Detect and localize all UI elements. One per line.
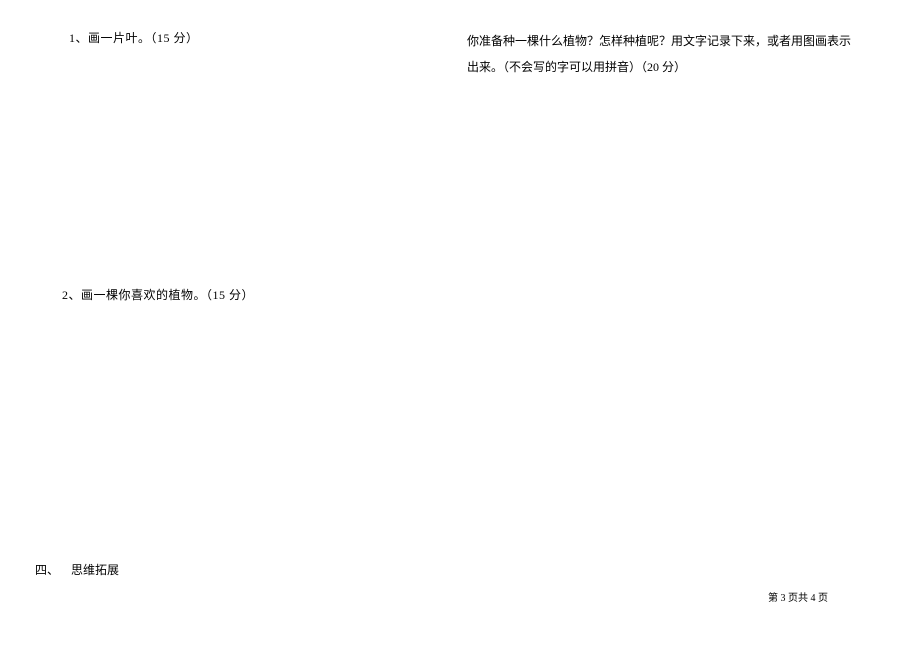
page-footer: 第 3 页共 4 页 <box>768 589 828 604</box>
right-column-question-text: 你准备种一棵什么植物？怎样种植呢？用文字记录下来，或者用图画表示出来。（不会写的… <box>467 34 851 74</box>
section-4-number: 四、 <box>35 563 59 577</box>
question-1-text: 1、画一片叶。（15 分） <box>69 31 199 45</box>
right-column-question: 你准备种一棵什么植物？怎样种植呢？用文字记录下来，或者用图画表示出来。（不会写的… <box>467 28 862 81</box>
page-number-info: 第 3 页共 4 页 <box>768 593 828 604</box>
question-2-text: 2、画一棵你喜欢的植物。（15 分） <box>62 288 254 302</box>
worksheet-page: 1、画一片叶。（15 分） 2、画一棵你喜欢的植物。（15 分） 四、 思维拓展… <box>0 0 920 650</box>
section-4-title: 思维拓展 <box>71 563 119 577</box>
section-4-heading: 四、 思维拓展 <box>35 561 119 578</box>
question-2: 2、画一棵你喜欢的植物。（15 分） <box>62 286 254 303</box>
question-1: 1、画一片叶。（15 分） <box>69 29 199 46</box>
